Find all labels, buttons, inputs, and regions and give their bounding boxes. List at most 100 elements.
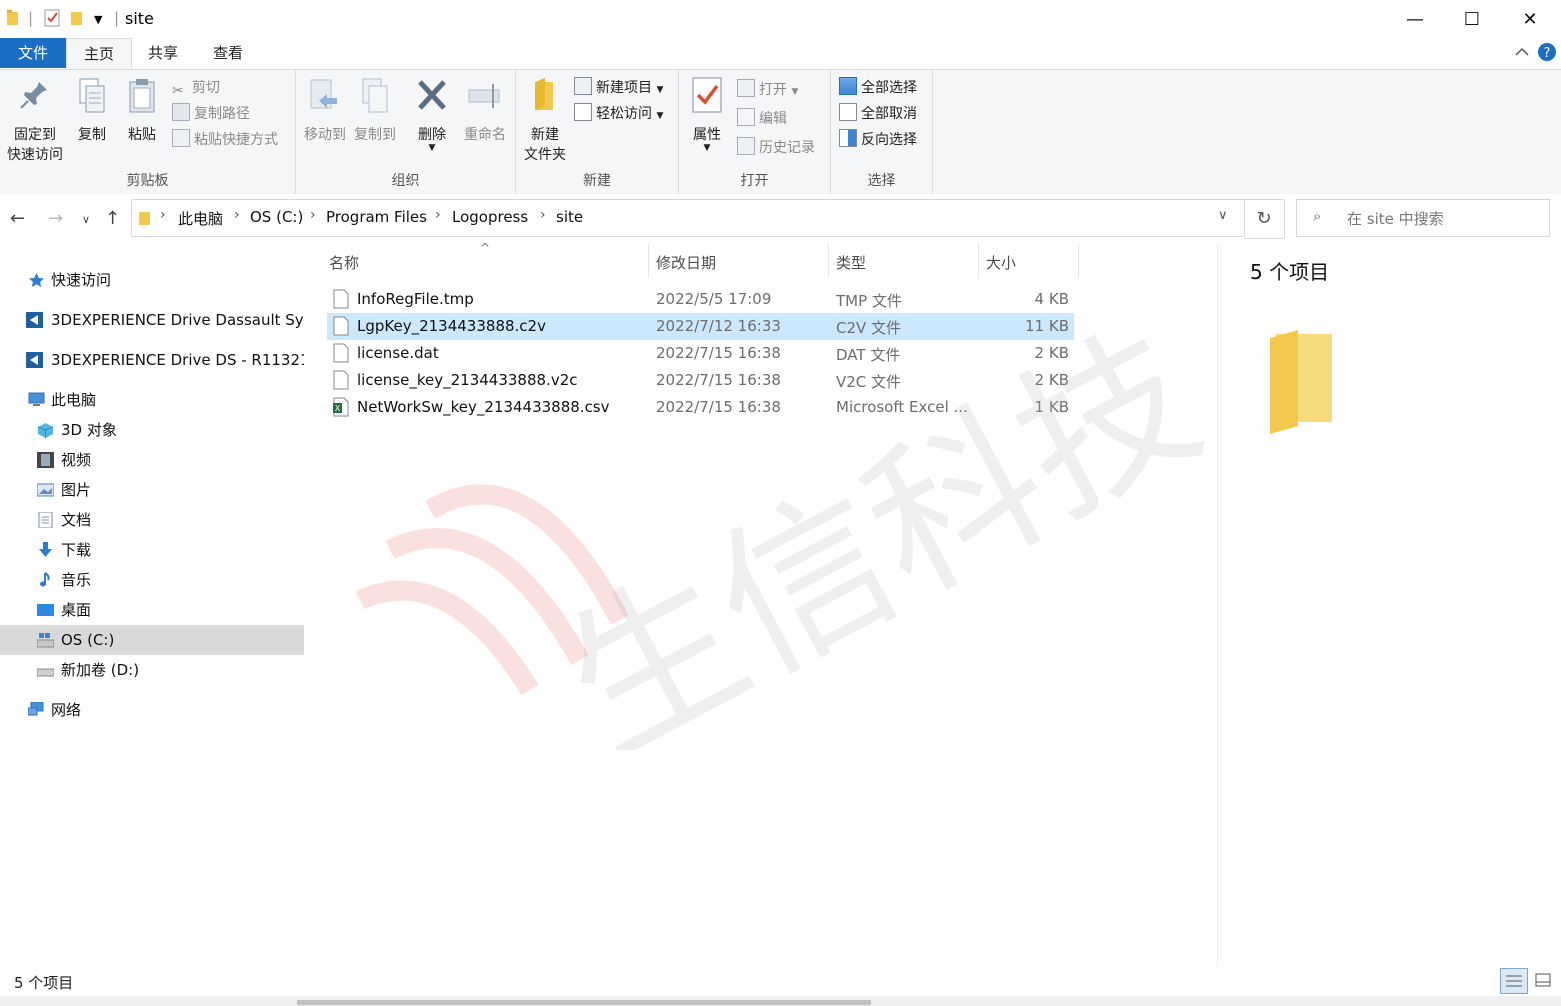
tab-share[interactable]: 共享 (132, 38, 194, 68)
breadcrumb-logopress[interactable]: Logopress (452, 208, 528, 226)
forward-button[interactable]: → (48, 208, 63, 229)
column-name[interactable]: 名称 (329, 252, 359, 273)
new-folder-label-2: 文件夹 (524, 147, 566, 163)
tab-view[interactable]: 查看 (197, 38, 259, 68)
edit-icon (737, 108, 755, 126)
file-size: 4 KB (1034, 290, 1069, 308)
edit-button[interactable]: 编辑 (737, 107, 787, 131)
new-folder-button[interactable]: 新建 文件夹 (520, 76, 570, 164)
file-date: 2022/7/15 16:38 (656, 344, 781, 362)
nav-3d-objects-label: 3D 对象 (61, 421, 117, 439)
breadcrumb-program-files[interactable]: Program Files (326, 208, 427, 226)
chevron-down-icon: ▼ (791, 87, 799, 97)
customize-toolbar-chevron-icon[interactable]: ▼ (94, 13, 102, 26)
nav-network[interactable]: 网络 (0, 695, 304, 725)
nav-3dx-drive-2[interactable]: 3DEXPERIENCE Drive DS - R1132101 (0, 345, 304, 375)
up-button[interactable]: ↑ (105, 208, 120, 229)
recent-locations-button[interactable]: ∨ (82, 213, 90, 226)
copy-path-label: 复制路径 (194, 106, 250, 122)
column-date[interactable]: 修改日期 (656, 252, 716, 273)
open-button[interactable]: 打开 ▼ (737, 78, 798, 102)
paste-button[interactable]: 粘贴 (120, 76, 164, 144)
nav-os-c[interactable]: OS (C:) (0, 625, 304, 655)
tab-home[interactable]: 主页 (66, 38, 132, 70)
invert-selection-button[interactable]: 反向选择 (839, 128, 917, 152)
column-divider[interactable] (828, 244, 829, 278)
history-button[interactable]: 历史记录 (737, 136, 815, 160)
nav-documents-label: 文档 (61, 511, 92, 529)
cut-button[interactable]: ✂ 剪切 (172, 76, 220, 100)
file-row[interactable]: InfoRegFile.tmp 2022/5/5 17:09 TMP 文件 4 … (327, 286, 1074, 313)
file-row-selected[interactable]: LgpKey_2134433888.c2v 2022/7/12 16:33 C2… (327, 313, 1074, 340)
breadcrumb-site[interactable]: site (556, 208, 583, 226)
invert-selection-icon (839, 129, 857, 147)
new-folder-label-1: 新建 (531, 127, 559, 143)
nav-documents[interactable]: 文档 (0, 505, 304, 535)
column-type[interactable]: 类型 (836, 252, 866, 273)
refresh-button[interactable]: ↻ (1244, 199, 1285, 239)
nav-this-pc[interactable]: 此电脑 (0, 385, 304, 415)
copy-button[interactable]: 复制 (70, 76, 114, 144)
pin-icon (20, 82, 47, 109)
paste-shortcut-button[interactable]: 粘贴快捷方式 (172, 128, 278, 152)
search-box[interactable]: ⌕ 在 site 中搜索 (1296, 199, 1550, 237)
details-view-button[interactable] (1500, 968, 1528, 994)
copy-label: 复制 (78, 127, 106, 143)
pin-quick-access-button[interactable]: 固定到 快速访问 (4, 76, 66, 164)
column-divider[interactable] (978, 244, 979, 278)
properties-chevron-icon: ▼ (703, 143, 711, 153)
search-input[interactable]: 在 site 中搜索 (1347, 208, 1444, 229)
tab-file[interactable]: 文件 (0, 38, 66, 68)
horizontal-scroll-thumb[interactable] (297, 1000, 871, 1005)
copy-path-button[interactable]: 复制路径 (172, 102, 250, 126)
nav-3dx-drive-1[interactable]: 3DEXPERIENCE Drive Dassault Systè (0, 305, 304, 335)
nav-3d-objects[interactable]: 3D 对象 (0, 415, 304, 445)
nav-desktop-label: 桌面 (61, 601, 92, 619)
file-row[interactable]: license.dat 2022/7/15 16:38 DAT 文件 2 KB (327, 340, 1074, 367)
address-bar[interactable]: › 此电脑 › OS (C:) › Program Files › Logopr… (131, 199, 1245, 237)
maximize-button[interactable]: ☐ (1443, 0, 1501, 38)
help-icon[interactable]: ? (1537, 42, 1557, 62)
3dexperience-drive-icon (26, 312, 43, 328)
rename-button[interactable]: 重命名 (458, 76, 512, 144)
file-name: license_key_2134433888.v2c (357, 371, 578, 389)
nav-videos[interactable]: 视频 (0, 445, 304, 475)
easy-access-button[interactable]: 轻松访问 ▼ (574, 102, 663, 126)
file-row[interactable]: license_key_2134433888.v2c 2022/7/15 16:… (327, 367, 1074, 394)
close-button[interactable]: ✕ (1501, 0, 1559, 38)
file-type: DAT 文件 (836, 346, 901, 364)
column-divider[interactable] (648, 244, 649, 278)
properties-icon[interactable] (44, 9, 60, 27)
nav-3dx-drive-2-label: 3DEXPERIENCE Drive DS - R1132101 (51, 351, 304, 369)
nav-quick-access[interactable]: 快速访问 (0, 265, 304, 295)
title-bar: | ▼ | site — ☐ ✕ (0, 0, 1561, 38)
copy-to-icon (362, 78, 388, 113)
edit-label: 编辑 (759, 111, 787, 127)
nav-desktop[interactable]: 桌面 (0, 595, 304, 625)
file-row[interactable]: X NetWorkSw_key_2134433888.csv 2022/7/15… (327, 394, 1074, 421)
select-all-button[interactable]: 全部选择 (839, 76, 917, 100)
breadcrumb-os-c[interactable]: OS (C:) (250, 208, 303, 226)
new-item-button[interactable]: 新建项目 ▼ (574, 76, 663, 100)
large-icons-view-button[interactable] (1530, 968, 1556, 992)
address-dropdown-chevron-icon[interactable]: ∨ (1218, 208, 1228, 223)
close-icon: ✕ (1522, 8, 1538, 30)
minimize-button[interactable]: — (1386, 0, 1444, 38)
collapse-ribbon-chevron-icon[interactable] (1515, 47, 1529, 57)
nav-pictures[interactable]: 图片 (0, 475, 304, 505)
nav-downloads[interactable]: 下载 (0, 535, 304, 565)
move-to-button[interactable]: 移动到 (300, 76, 350, 144)
column-divider[interactable] (1078, 244, 1079, 278)
properties-button[interactable]: 属性 ▼ (685, 76, 729, 153)
new-folder-icon[interactable] (70, 9, 84, 27)
nav-new-volume-d[interactable]: 新加卷 (D:) (0, 655, 304, 685)
scissors-icon: ✂ (172, 83, 184, 99)
copy-to-button[interactable]: 复制到 (350, 76, 400, 144)
column-size[interactable]: 大小 (986, 252, 1016, 273)
nav-music[interactable]: 音乐 (0, 565, 304, 595)
file-date: 2022/7/15 16:38 (656, 398, 781, 416)
breadcrumb-this-pc[interactable]: 此电脑 (178, 208, 223, 229)
select-none-button[interactable]: 全部取消 (839, 102, 917, 126)
back-button[interactable]: ← (10, 208, 25, 229)
delete-button[interactable]: 删除 ▼ (410, 76, 454, 153)
